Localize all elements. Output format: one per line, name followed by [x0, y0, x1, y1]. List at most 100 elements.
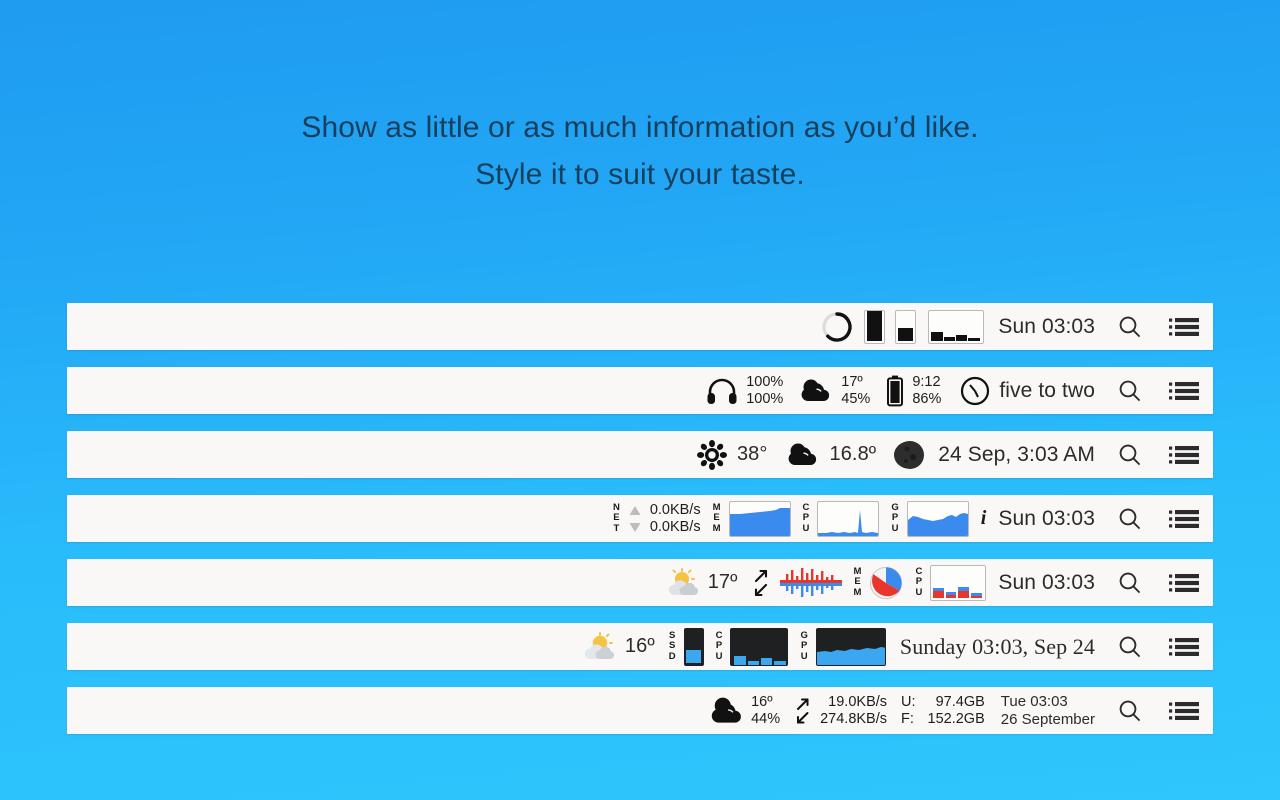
analog-clock-icon — [959, 375, 991, 407]
system-icons — [1095, 634, 1199, 660]
weather-value: 16º — [624, 635, 655, 657]
network-speed-widget[interactable]: 19.0KB/s 274.8KB/s — [794, 694, 887, 728]
weather-line-2: 45% — [841, 390, 871, 407]
network-waveform-widget[interactable] — [779, 566, 842, 600]
disk-used-label: U: — [901, 693, 916, 710]
disk-free-value: 152.2GB — [927, 710, 985, 727]
vertical-bar-fill — [867, 310, 883, 341]
ssd-label: SSD — [668, 629, 676, 662]
battery-line-2: 86% — [912, 390, 942, 407]
system-icons — [1095, 378, 1199, 404]
cpu-bars-dark — [730, 627, 789, 666]
weather-value: 17º — [707, 571, 738, 593]
list-icon[interactable] — [1169, 316, 1199, 338]
mem-pie-chart — [869, 566, 903, 600]
weather-widget[interactable]: 17º — [666, 567, 738, 598]
ring-gauge-widget[interactable] — [820, 310, 854, 344]
cpu-bars-widget[interactable]: CPU — [915, 564, 987, 601]
list-icon[interactable] — [1169, 636, 1199, 658]
ssd-bar-widget[interactable]: SSD — [668, 627, 704, 666]
search-icon[interactable] — [1117, 378, 1143, 404]
menubar-row-1: Sun 03:03 — [67, 303, 1213, 350]
menubar-row-6: 16º SSD CPU G P U Sunday 03:03, Sep 24 — [67, 623, 1213, 670]
cpu-bars-chart — [930, 564, 987, 601]
battery-widget[interactable]: 9:12 86% — [886, 374, 941, 408]
headphones-line-1: 100% — [746, 373, 784, 390]
mem-pie-widget[interactable]: MEM — [854, 566, 904, 600]
weather-widget[interactable]: 16º — [583, 631, 655, 662]
weather-readout: 16º 44% — [751, 694, 780, 728]
vertical-bar-full-widget[interactable] — [864, 309, 886, 344]
system-icons — [1095, 570, 1199, 596]
disk-usage-widget[interactable]: U: F: 97.4GB 152.2GB — [901, 694, 985, 728]
cloud-icon — [785, 441, 821, 469]
info-icon[interactable]: i — [981, 507, 987, 530]
headphones-icon — [706, 376, 738, 406]
gpu-graph-widget[interactable]: GPU — [891, 500, 969, 537]
search-icon[interactable] — [1117, 442, 1143, 468]
vertical-bar-partial-widget[interactable] — [895, 309, 917, 344]
disk-used-value: 97.4GB — [935, 693, 985, 710]
menubar-row-4: NET 0.0KB/s 0.0KB/s MEM CPU G P U i Sun … — [67, 495, 1213, 542]
weather-line-1: 16º — [751, 693, 773, 710]
menubar-clock[interactable]: Tue 03:03 26 September — [1001, 693, 1095, 729]
cpu-graph-widget[interactable]: CPU — [802, 500, 880, 537]
weather-line-1: 17º — [841, 373, 863, 390]
list-icon[interactable] — [1169, 700, 1199, 722]
ring-gauge-icon — [822, 311, 853, 342]
search-icon[interactable] — [1117, 506, 1143, 532]
list-icon[interactable] — [1169, 444, 1199, 466]
net-up-value: 0.0KB/s — [649, 501, 701, 518]
cpu-label: CPU — [915, 565, 923, 598]
list-icon[interactable] — [1169, 572, 1199, 594]
gpu-graph-dark-widget[interactable]: GPU — [800, 627, 886, 666]
network-arrows-icon[interactable] — [752, 568, 770, 598]
headphones-widget[interactable]: 100% 100% — [706, 374, 783, 408]
weather-widget[interactable]: 16º 44% — [709, 694, 780, 728]
net-label: NET — [612, 501, 620, 534]
system-icons — [1095, 506, 1199, 532]
page-headline: Show as little or as much information as… — [0, 104, 1280, 198]
search-icon[interactable] — [1117, 570, 1143, 596]
weather-widget[interactable]: 16.8º — [785, 441, 876, 469]
headphones-readout: 100% 100% — [746, 374, 783, 408]
menubar-clock[interactable]: Sunday 03:03, Sep 24 — [900, 634, 1095, 660]
battery-icon — [886, 375, 904, 407]
headphones-line-2: 100% — [746, 390, 784, 407]
fan-icon — [696, 439, 727, 470]
waveform-icon — [779, 567, 842, 597]
fan-temp-widget[interactable]: 38° — [696, 439, 768, 470]
system-icons — [1095, 442, 1199, 468]
search-icon[interactable] — [1117, 634, 1143, 660]
menubar-clock[interactable]: five to two — [999, 379, 1095, 403]
weather-readout: 17º 45% — [841, 374, 870, 408]
net-speed-readout: 19.0KB/s 274.8KB/s — [820, 694, 887, 728]
bar-chart-widget[interactable] — [928, 309, 985, 344]
network-widget[interactable]: NET 0.0KB/s 0.0KB/s — [613, 502, 701, 536]
menubar-list: Sun 03:03 100% 100% 17º 45% 9:12 86% fiv… — [67, 303, 1213, 734]
menubar-row-5: 17º M E M C P U Sun 03:03 — [67, 559, 1213, 606]
headline-line-2: Style it to suit your taste. — [475, 158, 805, 191]
weather-widget[interactable]: 17º 45% — [799, 374, 870, 408]
gpu-graph-dark — [815, 627, 886, 666]
net-arrows-icon — [794, 696, 812, 726]
menubar-clock[interactable]: Sun 03:03 — [998, 571, 1095, 595]
search-icon[interactable] — [1117, 698, 1143, 724]
menubar-clock[interactable]: Sun 03:03 — [998, 507, 1095, 531]
disk-keys: U: F: — [901, 694, 916, 728]
gpu-label: GPU — [891, 501, 899, 534]
moon-phase-icon[interactable] — [894, 439, 926, 471]
cpu-label: CPU — [715, 629, 723, 662]
menubar-clock[interactable]: Sun 03:03 — [998, 315, 1095, 339]
list-icon[interactable] — [1169, 508, 1199, 530]
menubar-row-3: 38° 16.8º 24 Sep, 3:03 AM — [67, 431, 1213, 478]
cpu-bars-dark-widget[interactable]: CPU — [715, 627, 789, 666]
weather-value: 16.8º — [829, 443, 877, 465]
cpu-label: CPU — [802, 501, 810, 534]
search-icon[interactable] — [1117, 314, 1143, 340]
mem-graph-widget[interactable]: MEM — [713, 500, 791, 537]
menubar-clock[interactable]: 24 Sep, 3:03 AM — [938, 443, 1095, 467]
clock-line-1: Tue 03:03 — [1000, 692, 1068, 710]
cpu-graph — [817, 500, 880, 537]
list-icon[interactable] — [1169, 380, 1199, 402]
